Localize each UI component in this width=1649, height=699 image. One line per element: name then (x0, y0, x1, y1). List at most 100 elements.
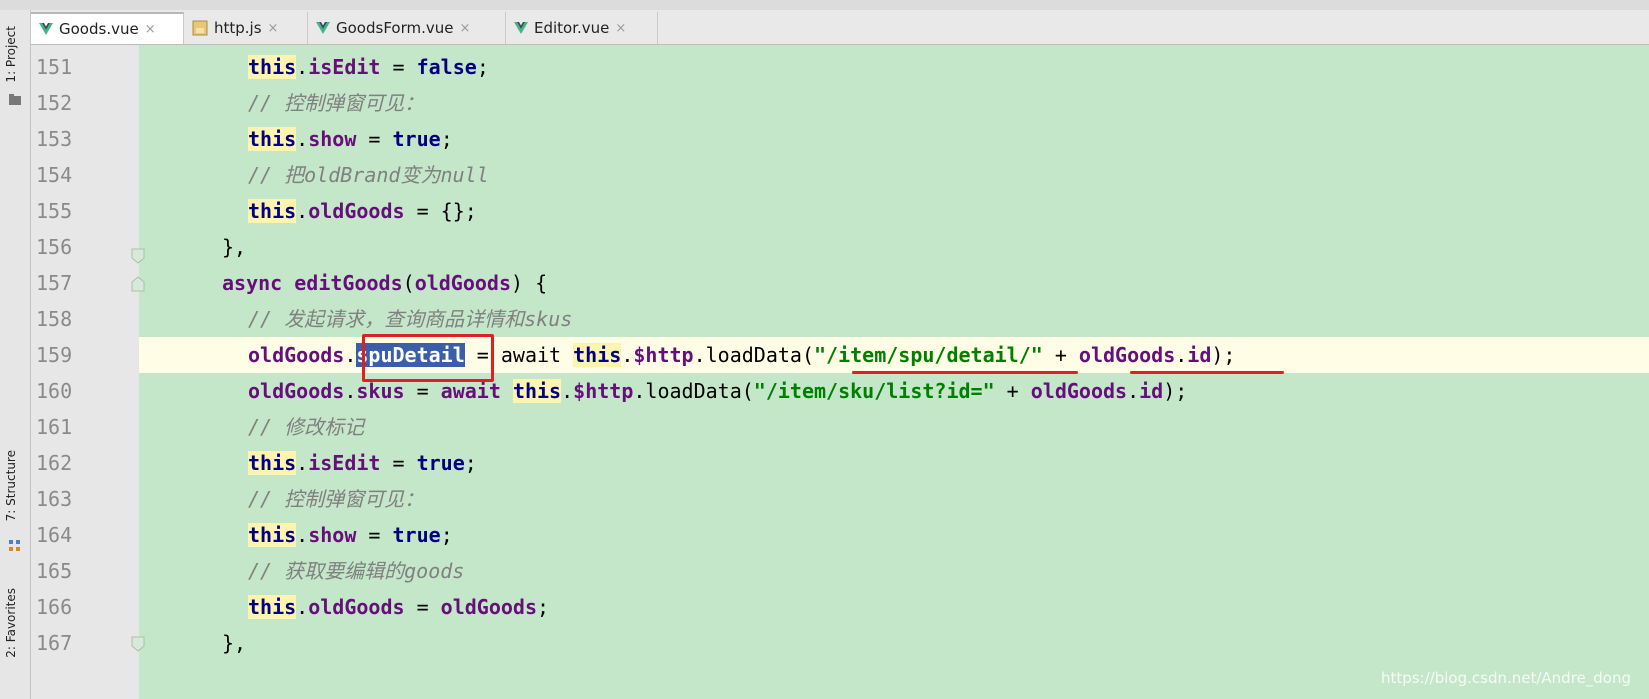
code-token: . (296, 523, 309, 547)
code-token: = (356, 523, 393, 547)
line-number: 158 (36, 307, 73, 331)
code-token: ; (440, 127, 453, 151)
code-token: . (633, 379, 646, 403)
code-token: this (248, 199, 297, 223)
code-token: oldGoods (248, 379, 345, 403)
code-token: ); (1163, 379, 1188, 403)
code-line[interactable]: 151 this.isEdit = false; (0, 49, 1649, 85)
code-token: . (1175, 343, 1188, 367)
code-token: await (500, 343, 562, 367)
code-token: + (994, 379, 1031, 403)
tab-label: http.js (214, 19, 262, 37)
code-token: = (380, 55, 417, 79)
vue-icon (316, 22, 330, 34)
code-token: $http (633, 343, 694, 367)
fold-marker-icon[interactable] (130, 636, 146, 652)
code-token: . (693, 343, 706, 367)
close-icon[interactable]: × (459, 21, 470, 36)
code-line[interactable]: 152 // 控制弹窗可见： (0, 85, 1649, 121)
line-number: 152 (36, 91, 73, 115)
code-line[interactable]: 160 oldGoods.skus = await this.$http.load… (0, 373, 1649, 409)
code-token: oldGoods (1078, 343, 1176, 367)
code-token: false (416, 55, 477, 79)
fold-marker-icon[interactable] (130, 276, 146, 292)
code-token: loadData (645, 379, 742, 403)
close-icon[interactable]: × (268, 21, 279, 36)
tab-goodsform-vue[interactable]: GoodsForm.vue × (308, 12, 506, 44)
tab-goods-vue[interactable]: Goods.vue × (31, 12, 184, 44)
code-token: . (296, 199, 309, 223)
code-token: ( (801, 343, 814, 367)
code-token: "/item/spu/detail/" (814, 343, 1043, 367)
code-line[interactable]: 162 this.isEdit = true; (0, 445, 1649, 481)
code-line[interactable]: 154 // 把oldBrand变为null (0, 157, 1649, 193)
line-number: 163 (36, 487, 73, 511)
line-number: 159 (36, 343, 73, 367)
code-text: this.isEdit = false; (248, 49, 489, 85)
code-line[interactable]: 164 this.show = true; (0, 517, 1649, 553)
code-line[interactable]: 155 this.oldGoods = {}; (0, 193, 1649, 229)
line-number: 161 (36, 415, 73, 439)
code-line[interactable]: 157 async editGoods(oldGoods) { (0, 265, 1649, 301)
code-line[interactable]: 153 this.show = true; (0, 121, 1649, 157)
code-token: ; (537, 595, 550, 619)
code-token: this (248, 451, 297, 475)
code-line[interactable]: 167}, (0, 625, 1649, 661)
code-line[interactable]: 156}, (0, 229, 1649, 265)
code-token: . (296, 595, 309, 619)
code-token: oldGoods (1030, 379, 1128, 403)
code-token: = (404, 379, 441, 403)
code-line[interactable]: 163 // 控制弹窗可见： (0, 481, 1649, 517)
code-line[interactable]: 161 // 修改标记 (0, 409, 1649, 445)
line-number: 162 (36, 451, 73, 475)
code-token: = (380, 451, 417, 475)
fold-marker-icon[interactable] (130, 248, 146, 264)
code-token: oldGoods (414, 271, 512, 295)
code-line[interactable]: 165 // 获取要编辑的goods (0, 553, 1649, 589)
code-token: ); (1211, 343, 1236, 367)
line-number: 156 (36, 235, 73, 259)
code-token: . (296, 55, 309, 79)
tab-label: GoodsForm.vue (336, 19, 454, 37)
code-text: this.show = true; (248, 121, 453, 157)
code-token: oldGoods (248, 343, 345, 367)
code-text: // 发起请求，查询商品详情和skus (248, 301, 572, 337)
code-token: ; (440, 523, 453, 547)
code-token: = (356, 127, 393, 151)
tab-editor-vue[interactable]: Editor.vue × (506, 12, 658, 44)
tab-http-js[interactable]: http.js × (184, 12, 308, 44)
code-line[interactable]: 158 // 发起请求，查询商品详情和skus (0, 301, 1649, 337)
code-token: + (1042, 343, 1079, 367)
tab-label: Goods.vue (59, 20, 139, 38)
code-text: this.isEdit = true; (248, 445, 477, 481)
code-token: this (573, 343, 622, 367)
code-token: // 控制弹窗可见： (248, 91, 425, 115)
code-token: // 修改标记 (248, 415, 365, 439)
code-token: $http (573, 379, 634, 403)
code-token: editGoods (294, 271, 403, 295)
code-text: this.show = true; (248, 517, 453, 553)
code-text: // 控制弹窗可见： (248, 85, 424, 121)
code-token: . (1127, 379, 1140, 403)
code-token: ( (741, 379, 754, 403)
code-token: this (248, 523, 297, 547)
code-token: . (621, 343, 634, 367)
code-text: }, (222, 229, 246, 265)
line-number: 154 (36, 163, 73, 187)
annotation-underline (852, 371, 1078, 374)
close-icon[interactable]: × (145, 22, 156, 37)
code-line[interactable]: 166 this.oldGoods = oldGoods; (0, 589, 1649, 625)
code-token: ; (476, 55, 489, 79)
line-number: 167 (36, 631, 73, 655)
code-token: true (392, 127, 441, 151)
code-token: this (248, 595, 297, 619)
code-token: await (440, 379, 501, 403)
close-icon[interactable]: × (615, 21, 626, 36)
code-token: . (296, 451, 309, 475)
code-token: oldGoods (308, 199, 405, 223)
code-token: // 发起请求，查询商品详情和skus (248, 307, 573, 331)
code-token: skus (356, 379, 405, 403)
line-number: 165 (36, 559, 73, 583)
